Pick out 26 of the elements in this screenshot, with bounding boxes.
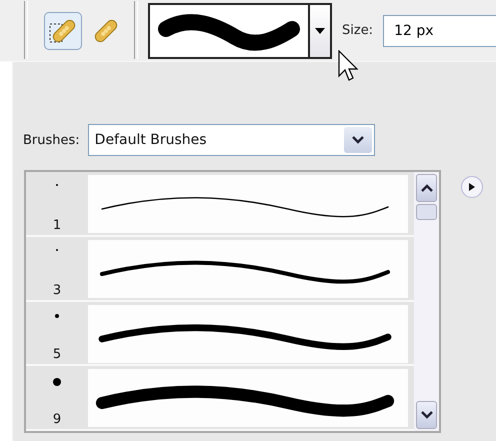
scroll-up-icon <box>420 184 432 192</box>
caret-icon <box>315 28 325 34</box>
tool-button[interactable] <box>44 12 82 50</box>
brush-size: 3 <box>52 282 62 298</box>
brush-tip-icon <box>52 378 62 386</box>
play-icon <box>468 183 476 191</box>
scrollbar[interactable] <box>414 172 439 431</box>
brush-size: 9 <box>52 412 62 427</box>
chevron-down-icon <box>352 136 364 144</box>
panel-menu-button[interactable] <box>461 176 483 198</box>
brush-list-item[interactable]: 3 <box>26 236 414 302</box>
brush-list-item[interactable]: 9 <box>26 366 414 431</box>
brush-tip-icon <box>56 248 58 252</box>
brush-list-item[interactable]: 5 <box>26 302 414 366</box>
scroll-down-icon <box>420 411 432 419</box>
brushes-dropdown[interactable]: Default Brushes <box>88 124 375 156</box>
dropdown-button[interactable] <box>308 4 330 56</box>
brush-list-item[interactable]: 1 <box>26 172 414 237</box>
brush-tip-icon <box>54 314 60 318</box>
scroll-thumb[interactable] <box>416 204 437 220</box>
size-label: Size: <box>342 23 374 38</box>
brush-size: 1 <box>52 218 62 233</box>
brush-size: 5 <box>52 347 62 362</box>
brushes-label: Brushes: <box>23 132 80 148</box>
size-field[interactable]: 12 px <box>383 14 496 46</box>
brush-picker[interactable] <box>148 2 332 58</box>
